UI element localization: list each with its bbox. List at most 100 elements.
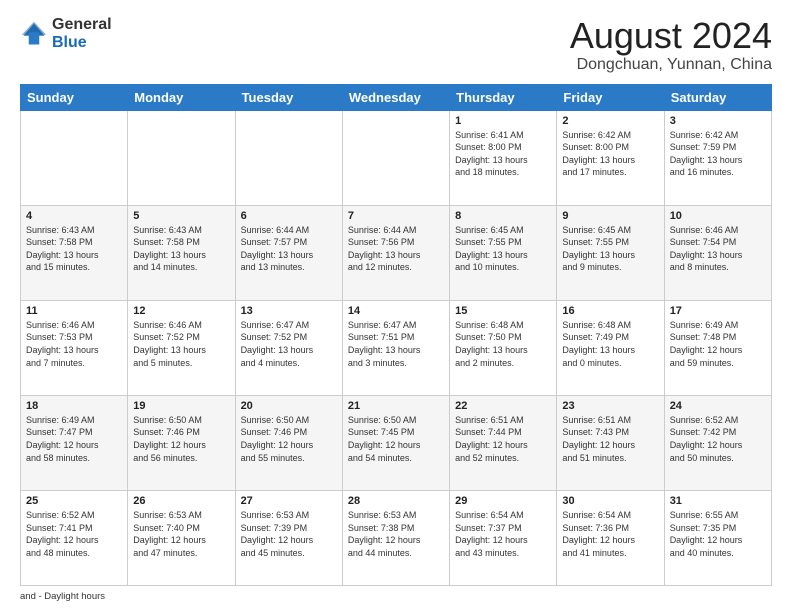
day-info: Sunrise: 6:47 AM Sunset: 7:51 PM Dayligh… [348,319,444,369]
calendar-table: SundayMondayTuesdayWednesdayThursdayFrid… [20,84,772,586]
day-number: 6 [241,210,337,222]
day-number: 2 [562,115,658,127]
day-number: 19 [133,400,229,412]
day-info: Sunrise: 6:53 AM Sunset: 7:39 PM Dayligh… [241,509,337,559]
calendar-week-row: 18 Sunrise: 6:49 AM Sunset: 7:47 PM Dayli… [21,395,772,490]
day-info: Sunrise: 6:41 AM Sunset: 8:00 PM Dayligh… [455,129,551,179]
calendar-cell: 4 Sunrise: 6:43 AM Sunset: 7:58 PM Daylig… [21,205,128,300]
calendar-week-row: 11 Sunrise: 6:46 AM Sunset: 7:53 PM Dayli… [21,300,772,395]
calendar-week-row: 25 Sunrise: 6:52 AM Sunset: 7:41 PM Dayli… [21,490,772,585]
calendar-cell: 15Sunrise: 6:48 AM Sunset: 7:50 PM Dayli… [450,300,557,395]
calendar-cell: 5Sunrise: 6:43 AM Sunset: 7:58 PM Daylig… [128,205,235,300]
calendar-cell [128,110,235,205]
day-number: 28 [348,495,444,507]
day-number: 20 [241,400,337,412]
day-info: Sunrise: 6:52 AM Sunset: 7:42 PM Dayligh… [670,414,766,464]
day-number: 27 [241,495,337,507]
day-info: Sunrise: 6:46 AM Sunset: 7:54 PM Dayligh… [670,224,766,274]
day-info: Sunrise: 6:55 AM Sunset: 7:35 PM Dayligh… [670,509,766,559]
day-info: Sunrise: 6:42 AM Sunset: 7:59 PM Dayligh… [670,129,766,179]
day-number: 1 [455,115,551,127]
day-number: 10 [670,210,766,222]
day-info: Sunrise: 6:46 AM Sunset: 7:52 PM Dayligh… [133,319,229,369]
calendar-cell: 17Sunrise: 6:49 AM Sunset: 7:48 PM Dayli… [664,300,771,395]
calendar-cell: 11 Sunrise: 6:46 AM Sunset: 7:53 PM Dayli… [21,300,128,395]
calendar-cell: 14 Sunrise: 6:47 AM Sunset: 7:51 PM Dayli… [342,300,449,395]
day-number: 30 [562,495,658,507]
day-info: Sunrise: 6:44 AM Sunset: 7:57 PM Dayligh… [241,224,337,274]
day-info: Sunrise: 6:51 AM Sunset: 7:44 PM Dayligh… [455,414,551,464]
day-info: Sunrise: 6:45 AM Sunset: 7:55 PM Dayligh… [562,224,658,274]
day-info: Sunrise: 6:53 AM Sunset: 7:38 PM Dayligh… [348,509,444,559]
day-number: 22 [455,400,551,412]
calendar-cell: 31 Sunrise: 6:55 AM Sunset: 7:35 PM Dayli… [664,490,771,585]
calendar-day-header: Thursday [450,84,557,110]
day-info: Sunrise: 6:46 AM Sunset: 7:53 PM Dayligh… [26,319,122,369]
day-number: 11 [26,305,122,317]
calendar-day-header: Monday [128,84,235,110]
day-number: 23 [562,400,658,412]
day-number: 3 [670,115,766,127]
day-info: Sunrise: 6:53 AM Sunset: 7:40 PM Dayligh… [133,509,229,559]
calendar-header-row: SundayMondayTuesdayWednesdayThursdayFrid… [21,84,772,110]
day-info: Sunrise: 6:48 AM Sunset: 7:50 PM Dayligh… [455,319,551,369]
day-info: Sunrise: 6:49 AM Sunset: 7:48 PM Dayligh… [670,319,766,369]
day-number: 4 [26,210,122,222]
calendar-cell: 10 Sunrise: 6:46 AM Sunset: 7:54 PM Dayli… [664,205,771,300]
day-info: Sunrise: 6:51 AM Sunset: 7:43 PM Dayligh… [562,414,658,464]
calendar-cell: 16Sunrise: 6:48 AM Sunset: 7:49 PM Dayli… [557,300,664,395]
calendar-cell: 7 Sunrise: 6:44 AM Sunset: 7:56 PM Daylig… [342,205,449,300]
logo-icon [20,20,48,48]
calendar-day-header: Friday [557,84,664,110]
location: Dongchuan, Yunnan, China [570,56,772,74]
calendar-cell: 13 Sunrise: 6:47 AM Sunset: 7:52 PM Dayli… [235,300,342,395]
day-number: 26 [133,495,229,507]
calendar-cell: 1 Sunrise: 6:41 AM Sunset: 8:00 PM Daylig… [450,110,557,205]
day-info: Sunrise: 6:50 AM Sunset: 7:46 PM Dayligh… [241,414,337,464]
day-number: 29 [455,495,551,507]
header: General Blue August 2024 Dongchuan, Yunn… [20,16,772,74]
day-info: Sunrise: 6:54 AM Sunset: 7:37 PM Dayligh… [455,509,551,559]
calendar-cell [235,110,342,205]
day-info: Sunrise: 6:52 AM Sunset: 7:41 PM Dayligh… [26,509,122,559]
calendar-cell: 20 Sunrise: 6:50 AM Sunset: 7:46 PM Dayli… [235,395,342,490]
day-number: 7 [348,210,444,222]
day-number: 9 [562,210,658,222]
day-info: Sunrise: 6:49 AM Sunset: 7:47 PM Dayligh… [26,414,122,464]
calendar-week-row: 1 Sunrise: 6:41 AM Sunset: 8:00 PM Daylig… [21,110,772,205]
calendar-day-header: Sunday [21,84,128,110]
day-info: Sunrise: 6:50 AM Sunset: 7:45 PM Dayligh… [348,414,444,464]
day-number: 12 [133,305,229,317]
footer: and - Daylight hours [20,591,772,602]
day-number: 18 [26,400,122,412]
day-number: 5 [133,210,229,222]
day-number: 16 [562,305,658,317]
day-info: Sunrise: 6:47 AM Sunset: 7:52 PM Dayligh… [241,319,337,369]
title-block: August 2024 Dongchuan, Yunnan, China [570,16,772,74]
calendar-cell: 21 Sunrise: 6:50 AM Sunset: 7:45 PM Dayli… [342,395,449,490]
logo-text: General Blue [52,16,112,51]
day-info: Sunrise: 6:44 AM Sunset: 7:56 PM Dayligh… [348,224,444,274]
day-info: Sunrise: 6:50 AM Sunset: 7:46 PM Dayligh… [133,414,229,464]
footer-note: and - Daylight hours [20,591,105,602]
calendar-cell: 22 Sunrise: 6:51 AM Sunset: 7:44 PM Dayli… [450,395,557,490]
calendar-cell [21,110,128,205]
day-number: 21 [348,400,444,412]
calendar-cell: 27 Sunrise: 6:53 AM Sunset: 7:39 PM Dayli… [235,490,342,585]
day-number: 13 [241,305,337,317]
day-info: Sunrise: 6:43 AM Sunset: 7:58 PM Dayligh… [26,224,122,274]
day-number: 31 [670,495,766,507]
day-number: 14 [348,305,444,317]
day-info: Sunrise: 6:45 AM Sunset: 7:55 PM Dayligh… [455,224,551,274]
logo: General Blue [20,16,112,51]
day-info: Sunrise: 6:54 AM Sunset: 7:36 PM Dayligh… [562,509,658,559]
day-number: 25 [26,495,122,507]
calendar-day-header: Tuesday [235,84,342,110]
calendar-cell: 26 Sunrise: 6:53 AM Sunset: 7:40 PM Dayli… [128,490,235,585]
calendar-cell: 19 Sunrise: 6:50 AM Sunset: 7:46 PM Dayli… [128,395,235,490]
calendar-cell: 25 Sunrise: 6:52 AM Sunset: 7:41 PM Dayli… [21,490,128,585]
day-number: 24 [670,400,766,412]
calendar-day-header: Wednesday [342,84,449,110]
calendar-cell: 12 Sunrise: 6:46 AM Sunset: 7:52 PM Dayli… [128,300,235,395]
calendar-cell [342,110,449,205]
